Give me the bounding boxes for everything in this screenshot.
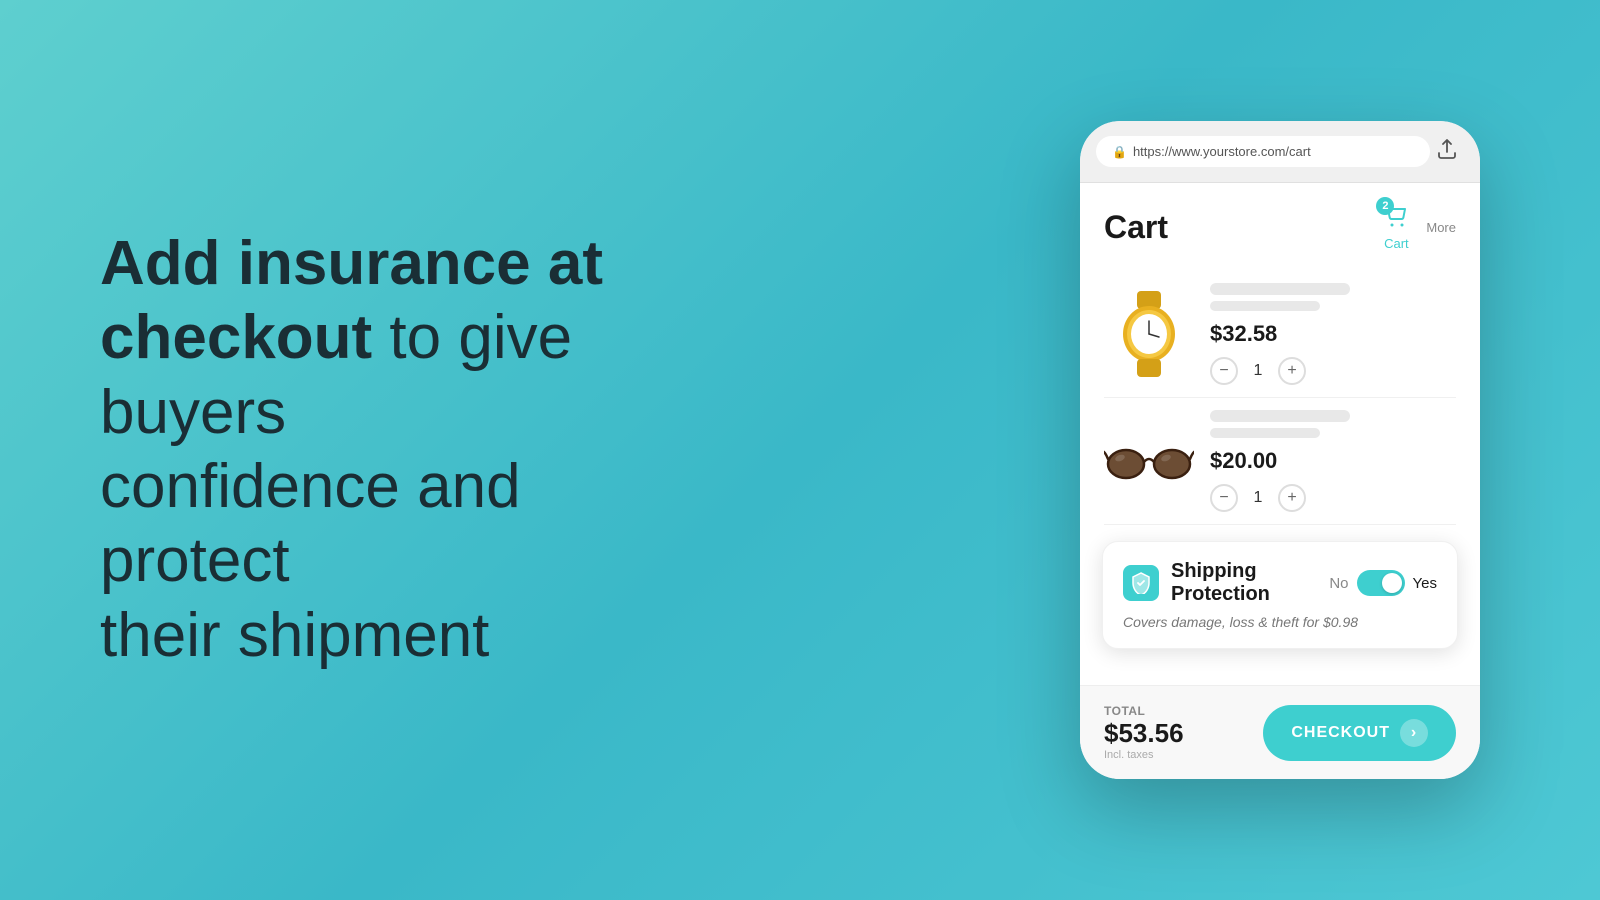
- qty-value-watch: 1: [1250, 362, 1266, 380]
- total-label: TOTAL: [1104, 704, 1184, 718]
- sp-description: Covers damage, loss & theft for $0.98: [1123, 614, 1437, 630]
- url-bar[interactable]: 🔒 https://www.yourstore.com/cart: [1096, 136, 1430, 167]
- cart-title: Cart: [1104, 209, 1168, 246]
- hero-heading: Add insurance at checkout to give buyers…: [100, 227, 680, 673]
- shipping-protection-card: Shipping Protection No Yes Covers damage…: [1102, 541, 1458, 649]
- cart-nav-label: Cart: [1384, 236, 1409, 251]
- qty-increase-watch[interactable]: +: [1278, 357, 1306, 385]
- cart-nav-item[interactable]: 2 Cart: [1382, 203, 1410, 251]
- phone-mockup: 🔒 https://www.yourstore.com/cart Cart 2: [1080, 121, 1480, 779]
- cart-header: Cart 2 Cart More: [1104, 203, 1456, 251]
- hero-line3: confidence and protect: [100, 452, 521, 595]
- total-section: TOTAL $53.56 Incl. taxes: [1104, 704, 1184, 761]
- qty-decrease-sunglasses[interactable]: −: [1210, 484, 1238, 512]
- item-name-bar-2: [1210, 410, 1350, 422]
- hero-checkout-word: checkout: [100, 303, 372, 372]
- qty-control-watch: − 1 +: [1210, 357, 1456, 385]
- hero-line4: their shipment: [100, 601, 489, 670]
- cart-item-watch: $32.58 − 1 +: [1104, 271, 1456, 398]
- cart-content: Cart 2 Cart More: [1080, 183, 1480, 685]
- qty-increase-sunglasses[interactable]: +: [1278, 484, 1306, 512]
- qty-control-sunglasses: − 1 +: [1210, 484, 1456, 512]
- lock-icon: 🔒: [1112, 145, 1127, 159]
- cart-item-sunglasses: $20.00 − 1 +: [1104, 398, 1456, 525]
- sunglasses-svg: [1104, 434, 1194, 489]
- item-details-watch: $32.58 − 1 +: [1210, 283, 1456, 385]
- hero-line1: Add insurance at: [100, 229, 603, 298]
- phone-frame: 🔒 https://www.yourstore.com/cart Cart 2: [1080, 121, 1480, 779]
- checkout-arrow-icon: ›: [1400, 719, 1428, 747]
- shield-icon: [1123, 565, 1159, 601]
- checkout-button[interactable]: CHECKOUT ›: [1263, 705, 1456, 761]
- qty-value-sunglasses: 1: [1250, 489, 1266, 507]
- item-price-sunglasses: $20.00: [1210, 448, 1456, 474]
- cart-nav: 2 Cart More: [1382, 203, 1456, 251]
- sp-toggle-wrapper: No Yes: [1329, 570, 1437, 596]
- cart-badge-wrapper: 2: [1382, 203, 1410, 232]
- sp-yes-label: Yes: [1413, 575, 1437, 592]
- cart-footer: TOTAL $53.56 Incl. taxes CHECKOUT ›: [1080, 685, 1480, 779]
- sp-no-label: No: [1329, 575, 1348, 592]
- item-name-bar-short-2: [1210, 428, 1320, 438]
- total-incl-taxes: Incl. taxes: [1104, 749, 1184, 761]
- item-price-watch: $32.58: [1210, 321, 1456, 347]
- total-amount: $53.56: [1104, 718, 1184, 749]
- hero-section: Add insurance at checkout to give buyers…: [0, 147, 760, 753]
- share-button[interactable]: [1430, 135, 1464, 168]
- item-name-bar-short: [1210, 301, 1320, 311]
- item-image-sunglasses: [1104, 416, 1194, 506]
- sp-toggle[interactable]: [1357, 570, 1405, 596]
- toggle-thumb: [1382, 573, 1402, 593]
- checkout-label: CHECKOUT: [1291, 724, 1390, 742]
- sp-title: Shipping Protection: [1171, 560, 1317, 606]
- more-label[interactable]: More: [1426, 220, 1456, 235]
- item-image-watch: [1104, 289, 1194, 379]
- sp-header: Shipping Protection No Yes: [1123, 560, 1437, 606]
- qty-decrease-watch[interactable]: −: [1210, 357, 1238, 385]
- url-text: https://www.yourstore.com/cart: [1133, 144, 1311, 159]
- item-name-bar: [1210, 283, 1350, 295]
- item-details-sunglasses: $20.00 − 1 +: [1210, 410, 1456, 512]
- browser-bar: 🔒 https://www.yourstore.com/cart: [1080, 121, 1480, 183]
- watch-svg: [1109, 289, 1189, 379]
